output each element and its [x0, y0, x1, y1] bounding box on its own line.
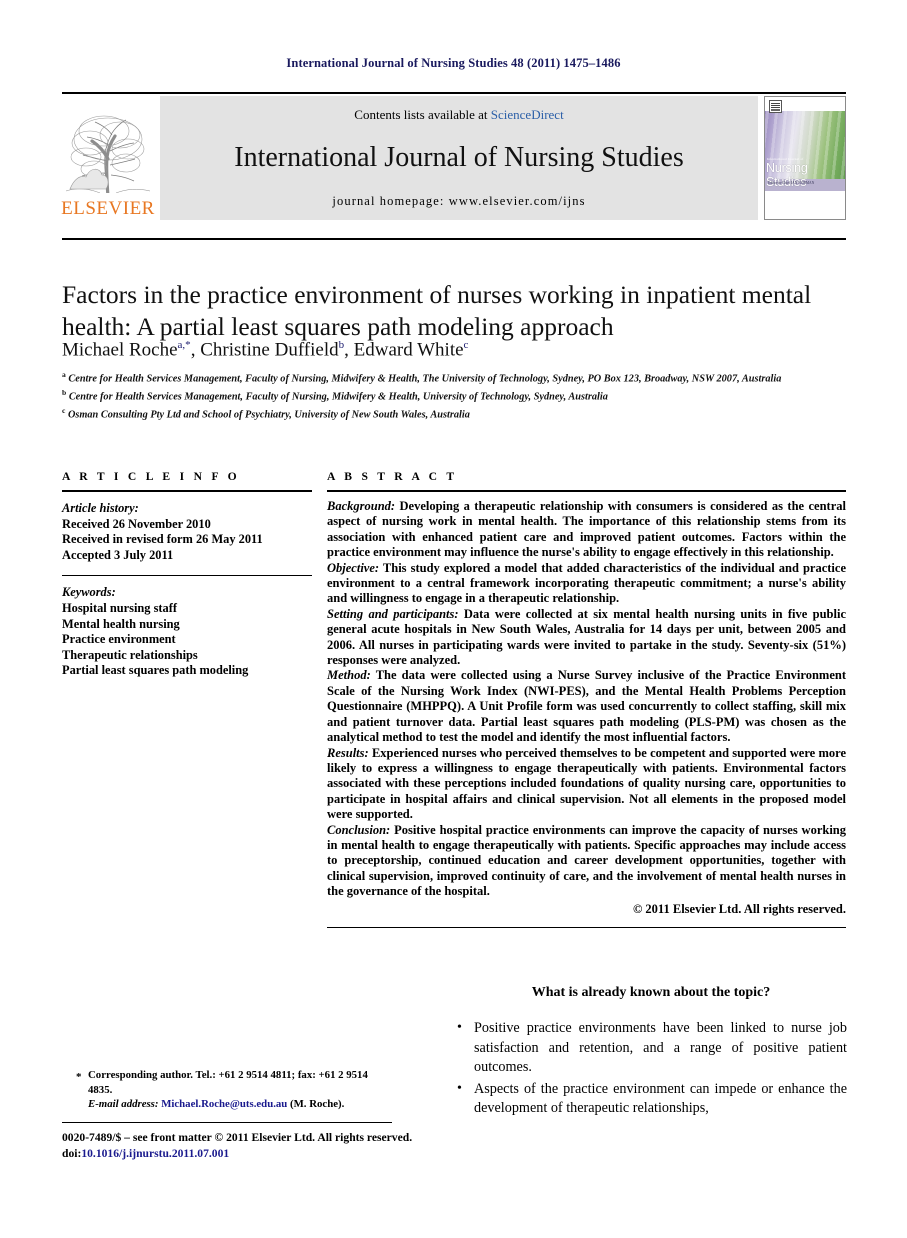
abstract-column: A B S T R A C T Background: Developing a… [327, 470, 846, 928]
abstract-section-text: Positive hospital practice environments … [327, 822, 846, 899]
footnote-email-line: E-mail address: Michael.Roche@uts.edu.au… [62, 1097, 392, 1112]
abstract-section-text: The data were collected using a Nurse Su… [327, 668, 847, 745]
article-info-column: A R T I C L E I N F O Article history: R… [62, 470, 312, 679]
affiliation-text: Osman Consulting Pty Ltd and School of P… [67, 409, 470, 421]
keyword-item: Hospital nursing staff [62, 600, 177, 615]
email-label: E-mail address: [88, 1098, 159, 1111]
abstract-section-label: Results: [327, 745, 369, 760]
article-info-divider [62, 490, 312, 492]
journal-masthead: ELSEVIER Contents lists available at Sci… [61, 92, 846, 220]
keywords-divider [62, 575, 312, 577]
highlights-box: What is already known about the topic? P… [455, 985, 847, 1121]
journal-banner: Contents lists available at ScienceDirec… [160, 96, 758, 220]
email-owner: (M. Roche). [290, 1098, 345, 1111]
affiliation-text: Centre for Health Services Management, F… [68, 391, 608, 403]
abstract-section-label: Background: [327, 499, 396, 513]
abstract-section: Conclusion: Positive hospital practice e… [327, 823, 846, 900]
abstract-section-label: Objective: [327, 560, 380, 575]
keyword-item: Practice environment [62, 632, 176, 647]
abstract-body: Background: Developing a therapeutic rel… [327, 499, 846, 917]
doi-line: doi:10.1016/j.ijnurstu.2011.07.001 [62, 1146, 562, 1162]
history-item: Received in revised form 26 May 2011 [62, 532, 263, 547]
abstract-divider-top [327, 490, 846, 492]
doi-value[interactable]: 10.1016/j.ijnurstu.2011.07.001 [81, 1147, 229, 1160]
abstract-section-label: Method: [327, 668, 371, 683]
affiliation-item: a Centre for Health Services Management,… [62, 368, 852, 386]
history-item: Accepted 3 July 2011 [62, 547, 174, 562]
footnote-marker: * [76, 1071, 82, 1083]
author-name: Christine Duffield [200, 339, 339, 361]
cover-publisher-mark-icon [769, 100, 782, 113]
email-link[interactable]: Michael.Roche@uts.edu.au [161, 1098, 287, 1110]
elsevier-wordmark: ELSEVIER [61, 198, 155, 219]
cover-editor-line: Editor-in-Chief IAN NORMAN [768, 181, 815, 185]
abstract-section: Setting and participants: Data were coll… [327, 607, 846, 669]
elsevier-tree-icon [64, 105, 152, 199]
affiliation-list: a Centre for Health Services Management,… [62, 368, 852, 422]
abstract-section-text: Experienced nurses who perceived themsel… [327, 745, 846, 822]
corresponding-author-footnote: * Corresponding author. Tel.: +61 2 9514… [62, 1068, 392, 1112]
journal-homepage[interactable]: journal homepage: www.elsevier.com/ijns [332, 194, 585, 209]
affiliation-mark: b [62, 388, 67, 398]
doi-prefix: doi: [62, 1147, 82, 1160]
list-item: Aspects of the practice environment can … [455, 1079, 847, 1119]
affiliation-text: Centre for Health Services Management, F… [68, 373, 782, 385]
article-history-block: Article history: Received 26 November 20… [62, 501, 312, 563]
abstract-section: Objective: This study explored a model t… [327, 561, 846, 607]
imprint-block: 0020-7489/$ – see front matter © 2011 El… [62, 1130, 562, 1162]
author-affiliation-mark: b [338, 339, 345, 351]
abstract-section-label: Conclusion: [327, 822, 391, 837]
keyword-item: Therapeutic relationships [62, 647, 198, 662]
article-history-label: Article history: [62, 501, 139, 515]
title-divider [62, 238, 846, 240]
abstract-heading: A B S T R A C T [327, 470, 458, 483]
abstract-divider-bottom [327, 926, 846, 928]
keyword-item: Mental health nursing [62, 616, 180, 631]
issn-front-matter: 0020-7489/$ – see front matter © 2011 El… [62, 1131, 413, 1144]
abstract-copyright: © 2011 Elsevier Ltd. All rights reserved… [632, 901, 846, 916]
abstract-section: Results: Experienced nurses who perceive… [327, 746, 846, 823]
running-head: International Journal of Nursing Studies… [286, 56, 621, 70]
journal-cover-thumbnail: International Journal of Nursing Studies… [764, 96, 846, 220]
contents-available-line: Contents lists available at ScienceDirec… [354, 107, 563, 123]
affiliation-item: b Centre for Health Services Management,… [62, 386, 852, 404]
footnote-contact-line: Corresponding author. Tel.: +61 2 9514 4… [88, 1069, 368, 1096]
list-item: Positive practice environments have been… [455, 1018, 847, 1078]
abstract-section-text: This study explored a model that added c… [327, 560, 846, 606]
abstract-section-text: Developing a therapeutic relationship wi… [327, 499, 846, 560]
abstract-section: Background: Developing a therapeutic rel… [327, 499, 846, 561]
author-name: Michael Roche [62, 339, 178, 361]
sciencedirect-link[interactable]: ScienceDirect [491, 107, 564, 122]
author-affiliation-mark: c [463, 339, 469, 351]
keywords-block: Keywords: Hospital nursing staff Mental … [62, 585, 312, 679]
highlights-list: Positive practice environments have been… [455, 1018, 847, 1119]
elsevier-logo: ELSEVIER [61, 96, 155, 220]
paper-page: International Journal of Nursing Studies… [0, 0, 907, 1238]
abstract-section: Method: The data were collected using a … [327, 668, 846, 745]
author-name: Edward White [353, 339, 464, 361]
abstract-section-label: Setting and participants: [327, 606, 459, 621]
author-list: Michael Rochea,*, Christine Duffieldb, E… [62, 339, 469, 361]
keywords-label: Keywords: [62, 585, 116, 600]
affiliation-mark: c [62, 406, 66, 416]
affiliation-mark: a [62, 370, 66, 379]
contents-prefix: Contents lists available at [354, 107, 491, 122]
imprint-divider [62, 1122, 392, 1123]
history-item: Received 26 November 2010 [62, 516, 211, 531]
article-info-heading: A R T I C L E I N F O [62, 470, 240, 483]
journal-title: International Journal of Nursing Studies [234, 142, 684, 174]
author-affiliation-mark: a,* [177, 339, 191, 351]
keyword-item: Partial least squares path modeling [62, 663, 249, 678]
highlights-heading: What is already known about the topic? [531, 985, 771, 1000]
affiliation-item: c Osman Consulting Pty Ltd and School of… [62, 404, 852, 422]
